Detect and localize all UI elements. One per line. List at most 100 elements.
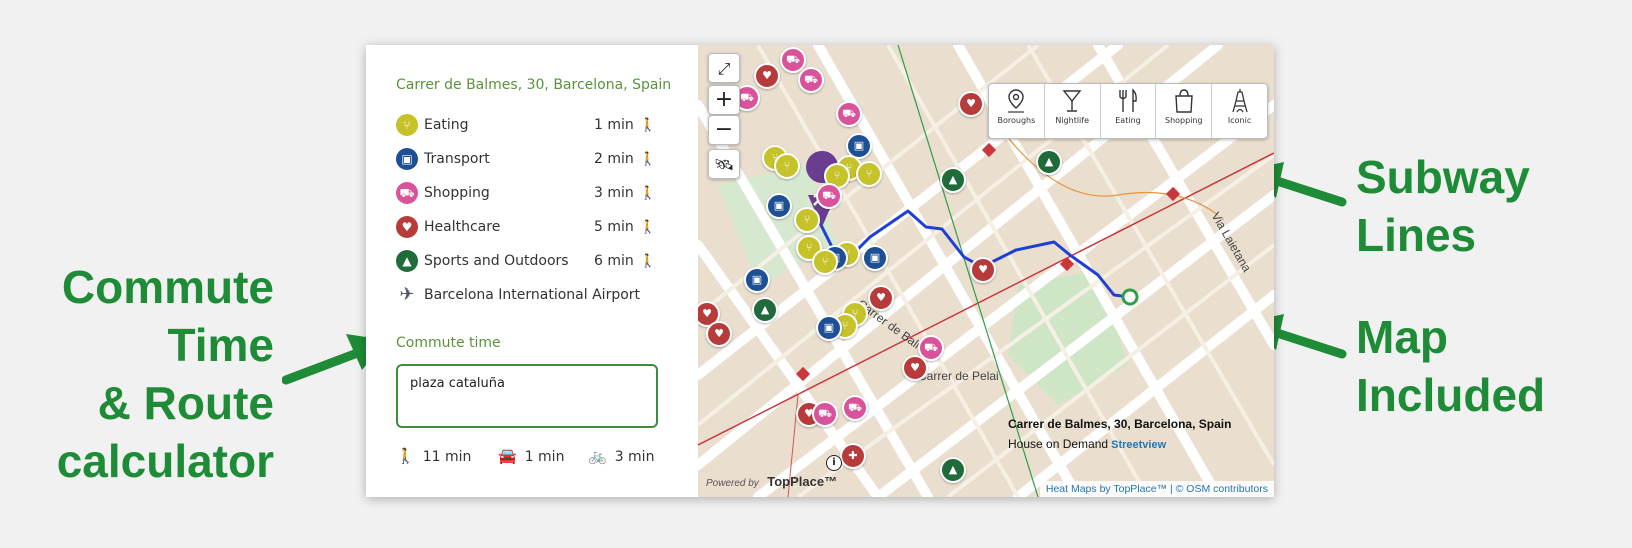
healthcare-marker-icon[interactable]: ♥ — [868, 285, 894, 311]
poi-label: Sports and Outdoors — [424, 253, 569, 269]
fullscreen-button[interactable]: ⤢ — [708, 53, 740, 83]
poi-row-transport[interactable]: ▣ Transport 2 min 🚶 — [396, 147, 656, 173]
tree-marker-icon[interactable]: ▲ — [940, 167, 966, 193]
travel-times: 🚶 11 min 🚘 1 min 🚲 3 min — [396, 447, 658, 471]
commute-destination-input[interactable] — [396, 364, 658, 428]
plus-icon: + — [714, 87, 734, 112]
cocktail-icon — [1062, 90, 1082, 112]
eating-marker-icon[interactable]: ⑂ — [856, 161, 882, 187]
tree-icon: ▲ — [396, 250, 418, 272]
poi-row-airport[interactable]: ✈ Barcelona International Airport — [396, 283, 676, 309]
minus-icon: − — [714, 117, 734, 142]
shopping-marker-icon[interactable]: ⛟ — [798, 67, 824, 93]
map-pin-icon — [1008, 89, 1025, 113]
walk-icon: 🚶 — [396, 447, 415, 465]
callout-line: Commute — [61, 261, 274, 313]
category-label: Nightlife — [1055, 116, 1090, 125]
shopping-marker-icon[interactable]: ⛟ — [836, 101, 862, 127]
bus-marker-icon[interactable]: ▣ — [862, 245, 888, 271]
street-label: Carrer de Pelai — [918, 369, 999, 383]
healthcare-marker-icon[interactable]: ♥ — [958, 91, 984, 117]
category-shopping[interactable]: Shopping — [1156, 84, 1213, 138]
poi-row-shopping[interactable]: ⛟ Shopping 3 min 🚶 — [396, 181, 656, 207]
fullscreen-icon: ⤢ — [717, 59, 731, 78]
poi-time: 3 min 🚶 — [594, 185, 656, 201]
streetview-link[interactable]: Streetview — [1111, 439, 1166, 451]
powered-by-label: Powered by — [706, 478, 759, 489]
walk-icon: 🚶 — [639, 152, 656, 167]
shopping-marker-icon[interactable]: ⛟ — [842, 395, 868, 421]
category-label: Boroughs — [997, 116, 1036, 125]
address-title: Carrer de Balmes, 30, Barcelona, Spain — [396, 77, 672, 93]
category-label: Shopping — [1165, 116, 1203, 125]
walk-icon: 🚶 — [639, 254, 656, 269]
bus-marker-icon[interactable]: ▣ — [744, 267, 770, 293]
eating-marker-icon[interactable]: ⑂ — [774, 153, 800, 179]
info-panel: Carrer de Balmes, 30, Barcelona, Spain ⑂… — [366, 45, 698, 497]
property-widget: Carrer de Balmes, 30, Barcelona, Spain ⑂… — [366, 45, 1274, 497]
brand-name: TopPlace™ — [767, 474, 838, 489]
location-title: Carrer de Balmes, 30, Barcelona, Spain — [1008, 417, 1232, 431]
tree-marker-icon[interactable]: ▲ — [752, 297, 778, 323]
commute-time-label: Commute time — [396, 335, 501, 351]
tree-marker-icon[interactable]: ▲ — [940, 457, 966, 483]
poi-row-sports[interactable]: ▲ Sports and Outdoors 6 min 🚶 — [396, 249, 656, 275]
healthcare-marker-icon[interactable]: ♥ — [970, 257, 996, 283]
category-label: Eating — [1115, 116, 1141, 125]
poi-label: Shopping — [424, 185, 490, 201]
callout-line: Lines — [1356, 209, 1477, 261]
healthcare-marker-icon[interactable]: ♥ — [902, 355, 928, 381]
healthcare-marker-icon[interactable]: ♥ — [754, 63, 780, 89]
bus-marker-icon[interactable]: ▣ — [816, 315, 842, 341]
walk-icon: 🚶 — [639, 186, 656, 201]
zoom-in-button[interactable]: + — [708, 85, 740, 115]
info-icon[interactable]: i — [826, 455, 842, 471]
airplane-icon: ✈ — [399, 284, 415, 305]
location-info-box: Carrer de Balmes, 30, Barcelona, Spain H… — [1008, 417, 1231, 451]
healthcare-marker-icon[interactable]: ✚ — [840, 443, 866, 469]
poi-row-eating[interactable]: ⑂ Eating 1 min 🚶 — [396, 113, 656, 139]
callout-line: Time — [167, 319, 274, 371]
callout-map-included: Map Included — [1356, 308, 1545, 424]
cart-icon: ⛟ — [396, 182, 418, 204]
poi-label: Healthcare — [424, 219, 501, 235]
healthcare-marker-icon[interactable]: ♥ — [706, 321, 732, 347]
map-view[interactable]: Carrer de Pelai Carrer de Balmes Via Lai… — [698, 45, 1274, 497]
tree-marker-icon[interactable]: ▲ — [1036, 149, 1062, 175]
eating-marker-icon[interactable]: ⑂ — [812, 249, 838, 275]
shopping-marker-icon[interactable]: ⛟ — [812, 401, 838, 427]
poi-time: 5 min 🚶 — [594, 219, 656, 235]
zoom-out-button[interactable]: − — [708, 115, 740, 145]
satellite-button[interactable]: 🛰 — [708, 149, 740, 179]
eating-marker-icon[interactable]: ⑂ — [794, 207, 820, 233]
bike-icon: 🚲 — [588, 447, 607, 465]
powered-by-logo: Powered by TopPlace™ — [706, 473, 837, 491]
bus-marker-icon[interactable]: ▣ — [766, 193, 792, 219]
callout-line: & Route — [97, 377, 274, 429]
travel-bike[interactable]: 🚲 3 min — [588, 447, 654, 465]
category-iconic[interactable]: Iconic — [1212, 84, 1267, 138]
fork-knife-icon: ⑂ — [396, 114, 418, 136]
car-icon: 🚘 — [498, 447, 517, 465]
travel-walk[interactable]: 🚶 11 min — [396, 447, 471, 465]
shopping-marker-icon[interactable]: ⛟ — [816, 183, 842, 209]
poi-time: 6 min 🚶 — [594, 253, 656, 269]
poi-label: Barcelona International Airport — [424, 287, 641, 303]
callout-line: Map — [1356, 311, 1448, 363]
map-attribution[interactable]: Heat Maps by TopPlace™ | © OSM contribut… — [1039, 481, 1274, 497]
callout-line: calculator — [56, 435, 274, 487]
category-boroughs[interactable]: Boroughs — [989, 84, 1045, 138]
poi-label: Eating — [424, 117, 469, 133]
travel-car[interactable]: 🚘 1 min — [498, 447, 564, 465]
callout-line: Subway — [1356, 151, 1530, 203]
category-nightlife[interactable]: Nightlife — [1045, 84, 1101, 138]
poi-label: Transport — [424, 151, 490, 167]
walk-icon: 🚶 — [639, 118, 656, 133]
eiffel-tower-icon — [1231, 89, 1248, 113]
location-subtitle: House on Demand — [1008, 437, 1109, 451]
category-eating[interactable]: Eating — [1101, 84, 1157, 138]
callout-commute-calculator: Commute Time & Route calculator — [20, 258, 274, 490]
poi-time: 2 min 🚶 — [594, 151, 656, 167]
poi-row-healthcare[interactable]: ♥ Healthcare 5 min 🚶 — [396, 215, 656, 241]
fork-knife-icon — [1119, 88, 1137, 112]
